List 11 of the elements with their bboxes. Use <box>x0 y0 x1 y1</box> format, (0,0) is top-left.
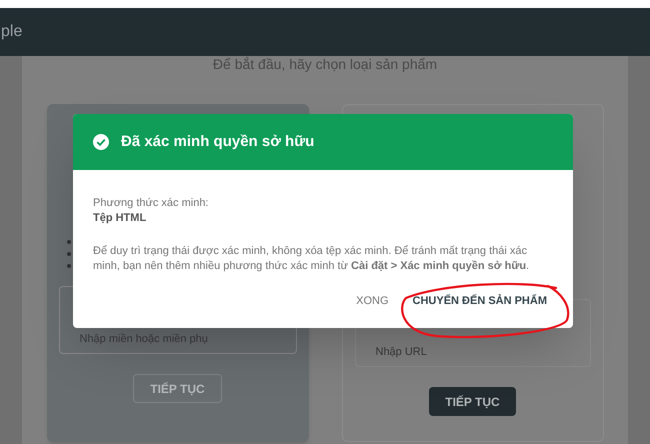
bullet-icon <box>66 240 70 244</box>
note-text: Để duy trì trạng thái được xác minh, không xóa tệp xác minh. Để tránh mất trạng thái xác minh, bạn nên thêm nhiều phương thức xác minh từ Cài đặt > Xác minh quyền sở hữu. <box>93 244 530 274</box>
check-circle-icon <box>93 134 109 150</box>
header-title: ple <box>1 22 22 42</box>
continue-button[interactable]: TIẾP TỤC <box>133 374 222 403</box>
dialog-title: Đã xác minh quyền sở hữu <box>121 132 314 152</box>
bullet-icon <box>66 264 70 268</box>
method-value: Tệp HTML <box>93 211 148 226</box>
bullet-icon <box>66 252 70 256</box>
continue-button[interactable]: TIẾP TỤC <box>429 387 516 416</box>
method-label: Phương thức xác minh: <box>93 196 210 211</box>
